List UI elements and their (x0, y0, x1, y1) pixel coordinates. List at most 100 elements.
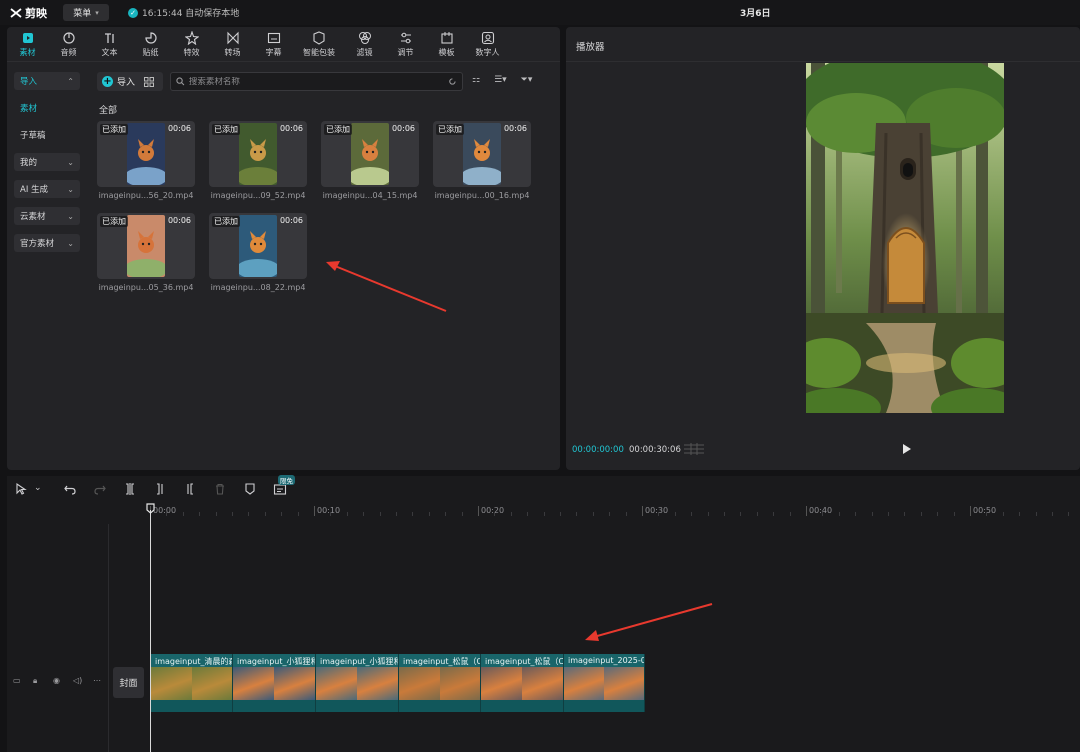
eye-icon[interactable]: ◉ (53, 676, 63, 686)
side-item-import[interactable]: 导入 ⌃ (14, 72, 80, 90)
filter-icon[interactable]: ⏷▾ (521, 75, 533, 85)
timeline-clip[interactable]: imageinput_清晨的森 (151, 654, 233, 712)
tab-filter[interactable]: 滤镜 (344, 27, 385, 61)
clip-audio-strip (151, 700, 232, 712)
ruler-minor-tick (428, 512, 430, 516)
volume-icon[interactable]: ◁) (73, 676, 83, 686)
clip-audio-strip (233, 700, 315, 712)
import-button[interactable]: + 导入 (97, 72, 163, 91)
undo-icon[interactable] (63, 482, 77, 496)
side-item-material[interactable]: 素材 (14, 99, 80, 117)
timeline-area[interactable] (7, 502, 1080, 752)
qr-grid-icon[interactable] (144, 76, 155, 87)
side-item-label: AI 生成 (20, 185, 49, 195)
menu-button[interactable]: 菜单 ▾ (63, 4, 109, 21)
capcut-logo-icon (10, 8, 22, 18)
toolbar-divider (7, 61, 560, 62)
track-video-icon[interactable]: ▭ (13, 676, 23, 686)
digital-human-icon (481, 31, 494, 44)
refresh-icon[interactable] (448, 77, 457, 86)
timeline-clip[interactable]: imageinput_小狐狸和 (316, 654, 399, 712)
timeline-clip[interactable]: imageinput_松鼠（C (399, 654, 481, 712)
chevron-down-icon[interactable]: ⌄ (34, 483, 48, 497)
timeline-clip[interactable]: imageinput_小狐狸和 (233, 654, 316, 712)
ruler-minor-tick (560, 512, 561, 516)
side-item-sub-draft[interactable]: 子草稿 (14, 126, 80, 144)
tab-label: 字幕 (265, 47, 282, 57)
split-icon[interactable] (123, 482, 137, 496)
cursor-select-icon[interactable] (15, 482, 29, 496)
tab-media[interactable]: 素材 (7, 27, 48, 61)
timeline-clip[interactable]: imageinput_松鼠（C (481, 654, 564, 712)
sort-icon[interactable]: ☰▾ (494, 75, 507, 85)
delete-icon[interactable] (213, 482, 227, 496)
added-badge: 已添加 (212, 124, 240, 135)
tab-digital-human[interactable]: 数字人 (467, 27, 508, 61)
tab-template[interactable]: 模板 (426, 27, 467, 61)
template-icon (440, 31, 453, 44)
ruler-minor-tick (953, 512, 955, 516)
clip-frames (564, 667, 644, 700)
tab-audio[interactable]: 音频 (48, 27, 89, 61)
mark-icon[interactable] (243, 482, 257, 496)
top-bar: 剪映 菜单 ▾ ✓ 16:15:44 自动保存本地 3月6日 (0, 0, 1080, 25)
lock-icon[interactable]: 🔒︎ (33, 676, 43, 686)
media-card[interactable]: 已添加 00:06 (433, 121, 531, 187)
side-item-label: 素材 (20, 104, 38, 114)
cover-button[interactable]: 封面 (113, 667, 144, 698)
media-thumbnail (463, 123, 501, 185)
ruler-tick (314, 506, 315, 516)
timeline-clip[interactable]: imageinput_2025-0 (564, 654, 645, 712)
tab-sticker[interactable]: 贴纸 (130, 27, 171, 61)
side-item-official[interactable]: 官方素材 ⌄ (14, 234, 80, 252)
added-badge: 已添加 (324, 124, 352, 135)
asset-toolbar: 素材 音频 文本 贴纸 特效 转场 字幕 智能包装 滤镜 调节 模板 数字人 (7, 27, 560, 61)
side-item-cloud[interactable]: 云素材 ⌄ (14, 207, 80, 225)
tab-text[interactable]: 文本 (89, 27, 130, 61)
search-input[interactable] (188, 76, 445, 87)
playhead-handle-icon[interactable] (146, 503, 155, 514)
play-icon[interactable] (900, 443, 912, 455)
side-item-mine[interactable]: 我的 ⌄ (14, 153, 80, 171)
ruler-minor-tick (363, 512, 365, 516)
tab-adjust[interactable]: 调节 (385, 27, 426, 61)
media-card[interactable]: 已添加 00:06 (97, 121, 195, 187)
media-card[interactable]: 已添加 00:06 (209, 213, 307, 279)
video-preview[interactable] (806, 63, 1004, 413)
ruler-minor-tick (855, 512, 857, 516)
tab-label: 素材 (19, 47, 36, 57)
media-card[interactable]: 已添加 00:06 (97, 213, 195, 279)
effects-icon (184, 30, 199, 45)
ruler-tick (970, 506, 971, 516)
redo-icon[interactable] (93, 482, 107, 496)
media-duration: 00:06 (167, 216, 191, 225)
clip-label: imageinput_松鼠（C (403, 657, 481, 666)
media-card[interactable]: 已添加 00:06 (321, 121, 419, 187)
ruler-minor-tick (888, 512, 889, 516)
chevron-down-icon: ⌄ (67, 238, 74, 248)
clip-frame (399, 667, 440, 700)
ruler-minor-tick (625, 512, 627, 516)
timecode-grid-icon[interactable] (684, 443, 704, 455)
tab-transition[interactable]: 转场 (212, 27, 253, 61)
tab-smart-pack[interactable]: 智能包装 (294, 27, 344, 61)
media-duration: 00:06 (391, 124, 415, 133)
media-duration: 00:06 (279, 124, 303, 133)
ruler-minor-tick (838, 512, 840, 516)
playhead-line[interactable] (150, 510, 151, 752)
side-item-ai-gen[interactable]: AI 生成 ⌄ (14, 180, 80, 198)
project-title[interactable]: 3月6日 (740, 6, 771, 19)
trim-left-icon[interactable] (153, 482, 167, 496)
audio-icon (62, 31, 75, 44)
tab-effects[interactable]: 特效 (171, 27, 212, 61)
ruler-minor-tick (822, 512, 824, 516)
layout-toggle-icon[interactable]: ⚏ (472, 75, 480, 85)
tab-label: 滤镜 (356, 47, 373, 57)
tab-label: 贴纸 (142, 47, 159, 57)
time-ruler[interactable]: 00:00 00:10 00:20 00:30 00:40 00:50 (150, 504, 1080, 518)
media-card[interactable]: 已添加 00:06 (209, 121, 307, 187)
clip-label: imageinput_小狐狸和 (237, 657, 316, 666)
trim-right-icon[interactable] (183, 482, 197, 496)
tab-subtitle[interactable]: 字幕 (253, 27, 294, 61)
more-icon[interactable]: ⋯ (93, 676, 103, 686)
